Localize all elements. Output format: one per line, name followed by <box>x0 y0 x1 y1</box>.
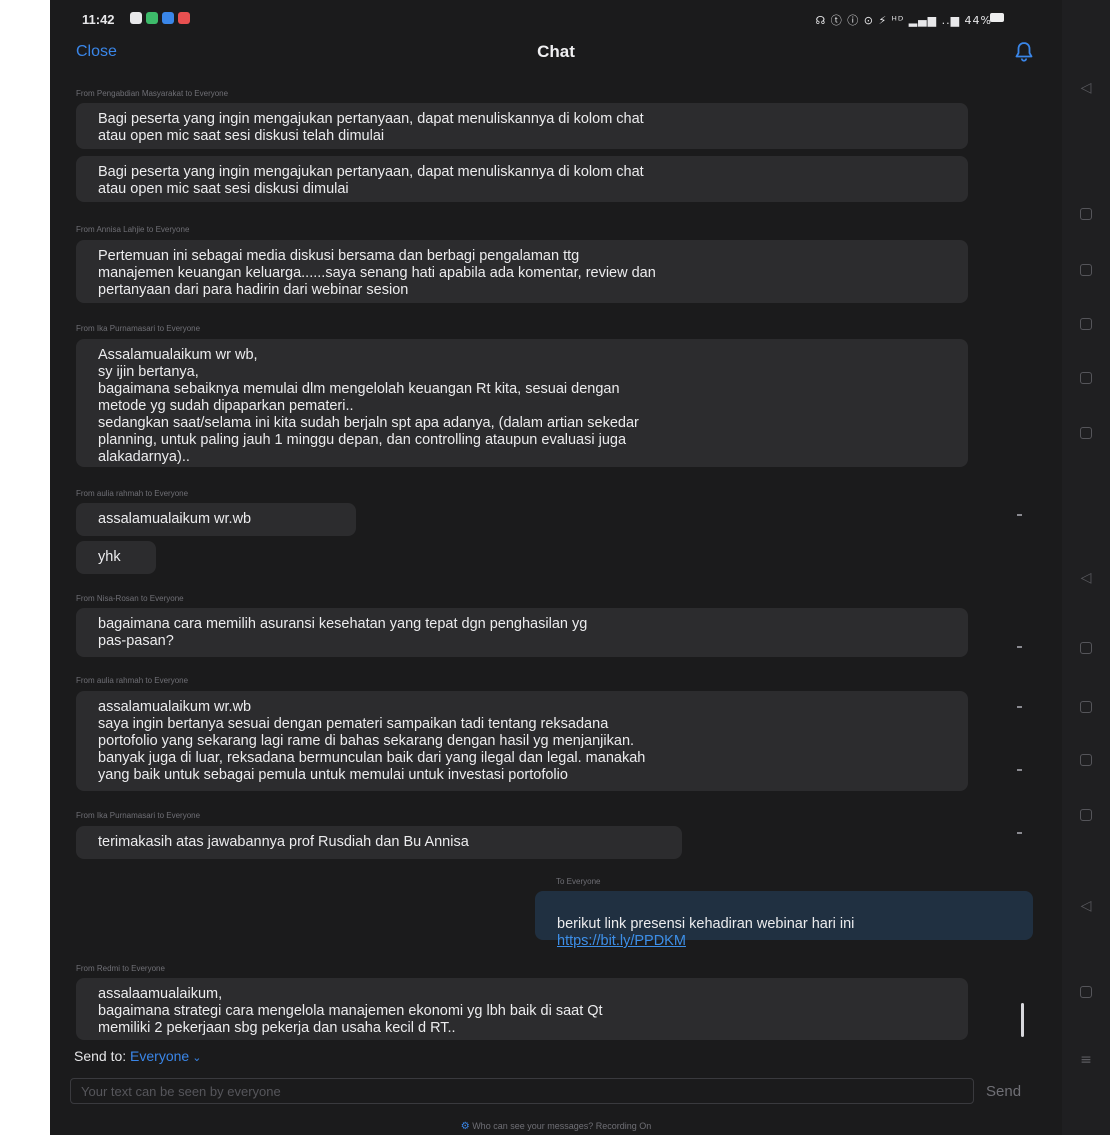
device-side-rail: ◁ ◁ ◁ ≡ <box>1062 0 1110 1135</box>
message-input[interactable] <box>70 1078 974 1104</box>
zoom-icon <box>162 12 174 24</box>
home-icon <box>1080 809 1092 821</box>
message-divider <box>1017 514 1022 516</box>
battery-icon <box>990 13 1004 22</box>
status-time: 11:42 <box>82 12 115 27</box>
notification-icon <box>130 12 142 24</box>
page-title: Chat <box>537 42 575 61</box>
message-bubble: assalamualaikum wr.wb <box>76 503 356 536</box>
status-indicators: ☊ ⓣ ⓘ ⊙ ⚡ ᴴᴰ ▂▄▆ ..▆ 44% <box>815 14 992 27</box>
message-bubble: terimakasih atas jawabannya prof Rusdiah… <box>76 826 682 859</box>
message-sender: From Redmi to Everyone <box>76 964 165 973</box>
home-icon <box>1080 264 1092 276</box>
home-icon <box>1080 372 1092 384</box>
message-bubble: Bagi peserta yang ingin mengajukan perta… <box>76 103 968 149</box>
people-icon: ⚙ <box>460 1121 470 1132</box>
message-bubble: bagaimana cara memilih asuransi kesehata… <box>76 608 968 657</box>
recording-note-text: Who can see your messages? Recording On <box>472 1121 652 1131</box>
chat-header: Close Chat <box>50 38 1062 70</box>
message-divider <box>1017 706 1022 708</box>
presence-link[interactable]: https://bit.ly/PPDKM <box>557 933 1011 950</box>
back-icon: ◁ <box>1080 570 1092 586</box>
back-icon: ◁ <box>1080 898 1092 914</box>
message-bubble: assalamualaikum wr.wb saya ingin bertany… <box>76 691 968 791</box>
home-icon <box>1080 427 1092 439</box>
message-sender: From Pengabdian Masyarakat to Everyone <box>76 89 229 98</box>
bell-icon[interactable] <box>1012 40 1036 64</box>
recording-note[interactable]: ⚙ Who can see your messages? Recording O… <box>50 1121 1062 1132</box>
send-to-label: Send to: <box>74 1048 127 1064</box>
send-to-value: Everyone <box>130 1048 190 1064</box>
home-icon <box>1080 754 1092 766</box>
message-sender: From aulia rahmah to Everyone <box>76 489 189 498</box>
home-icon <box>1080 701 1092 713</box>
message-text: berikut link presensi kehadiran webinar … <box>557 916 855 932</box>
send-to-row: Send to: Everyone ⌄ <box>74 1048 201 1064</box>
app-notification-icon <box>178 12 190 24</box>
home-icon <box>1080 642 1092 654</box>
device-bezel <box>0 0 50 1135</box>
message-bubble: yhk <box>76 541 156 574</box>
message-sender: To Everyone <box>556 877 601 886</box>
home-icon <box>1080 318 1092 330</box>
back-icon: ◁ <box>1080 80 1092 96</box>
message-sender: From Nisa-Rosan to Everyone <box>76 594 184 603</box>
send-to-dropdown[interactable]: Everyone ⌄ <box>130 1048 201 1064</box>
message-divider <box>1017 646 1022 648</box>
message-bubble: Pertemuan ini sebagai media diskusi bers… <box>76 240 968 303</box>
chat-screen: 11:42 ☊ ⓣ ⓘ ⊙ ⚡ ᴴᴰ ▂▄▆ ..▆ 44% Close Cha… <box>50 0 1062 1135</box>
message-sender: From Ika Purnamasari to Everyone <box>76 811 201 820</box>
whatsapp-icon <box>146 12 158 24</box>
message-divider <box>1017 832 1022 834</box>
send-button[interactable]: Send <box>986 1083 1021 1100</box>
scrollbar[interactable] <box>1021 1003 1024 1037</box>
message-bubble: Bagi peserta yang ingin mengajukan perta… <box>76 156 968 202</box>
message-sender: From Annisa Lahjie to Everyone <box>76 225 190 234</box>
home-icon <box>1080 986 1092 998</box>
chevron-down-icon: ⌄ <box>189 1052 202 1064</box>
message-sender: From Ika Purnamasari to Everyone <box>76 324 201 333</box>
home-icon <box>1080 208 1092 220</box>
message-bubble: Assalamualaikum wr wb, sy ijin bertanya,… <box>76 339 968 467</box>
own-message-bubble: berikut link presensi kehadiran webinar … <box>535 891 1033 949</box>
menu-icon: ≡ <box>1080 1052 1092 1068</box>
status-bar: 11:42 ☊ ⓣ ⓘ ⊙ ⚡ ᴴᴰ ▂▄▆ ..▆ 44% <box>50 0 1062 38</box>
message-bubble: assalaamualaikum, bagaimana strategi car… <box>76 978 968 1040</box>
message-sender: From aulia rahmah to Everyone <box>76 676 189 685</box>
message-divider <box>1017 769 1022 771</box>
